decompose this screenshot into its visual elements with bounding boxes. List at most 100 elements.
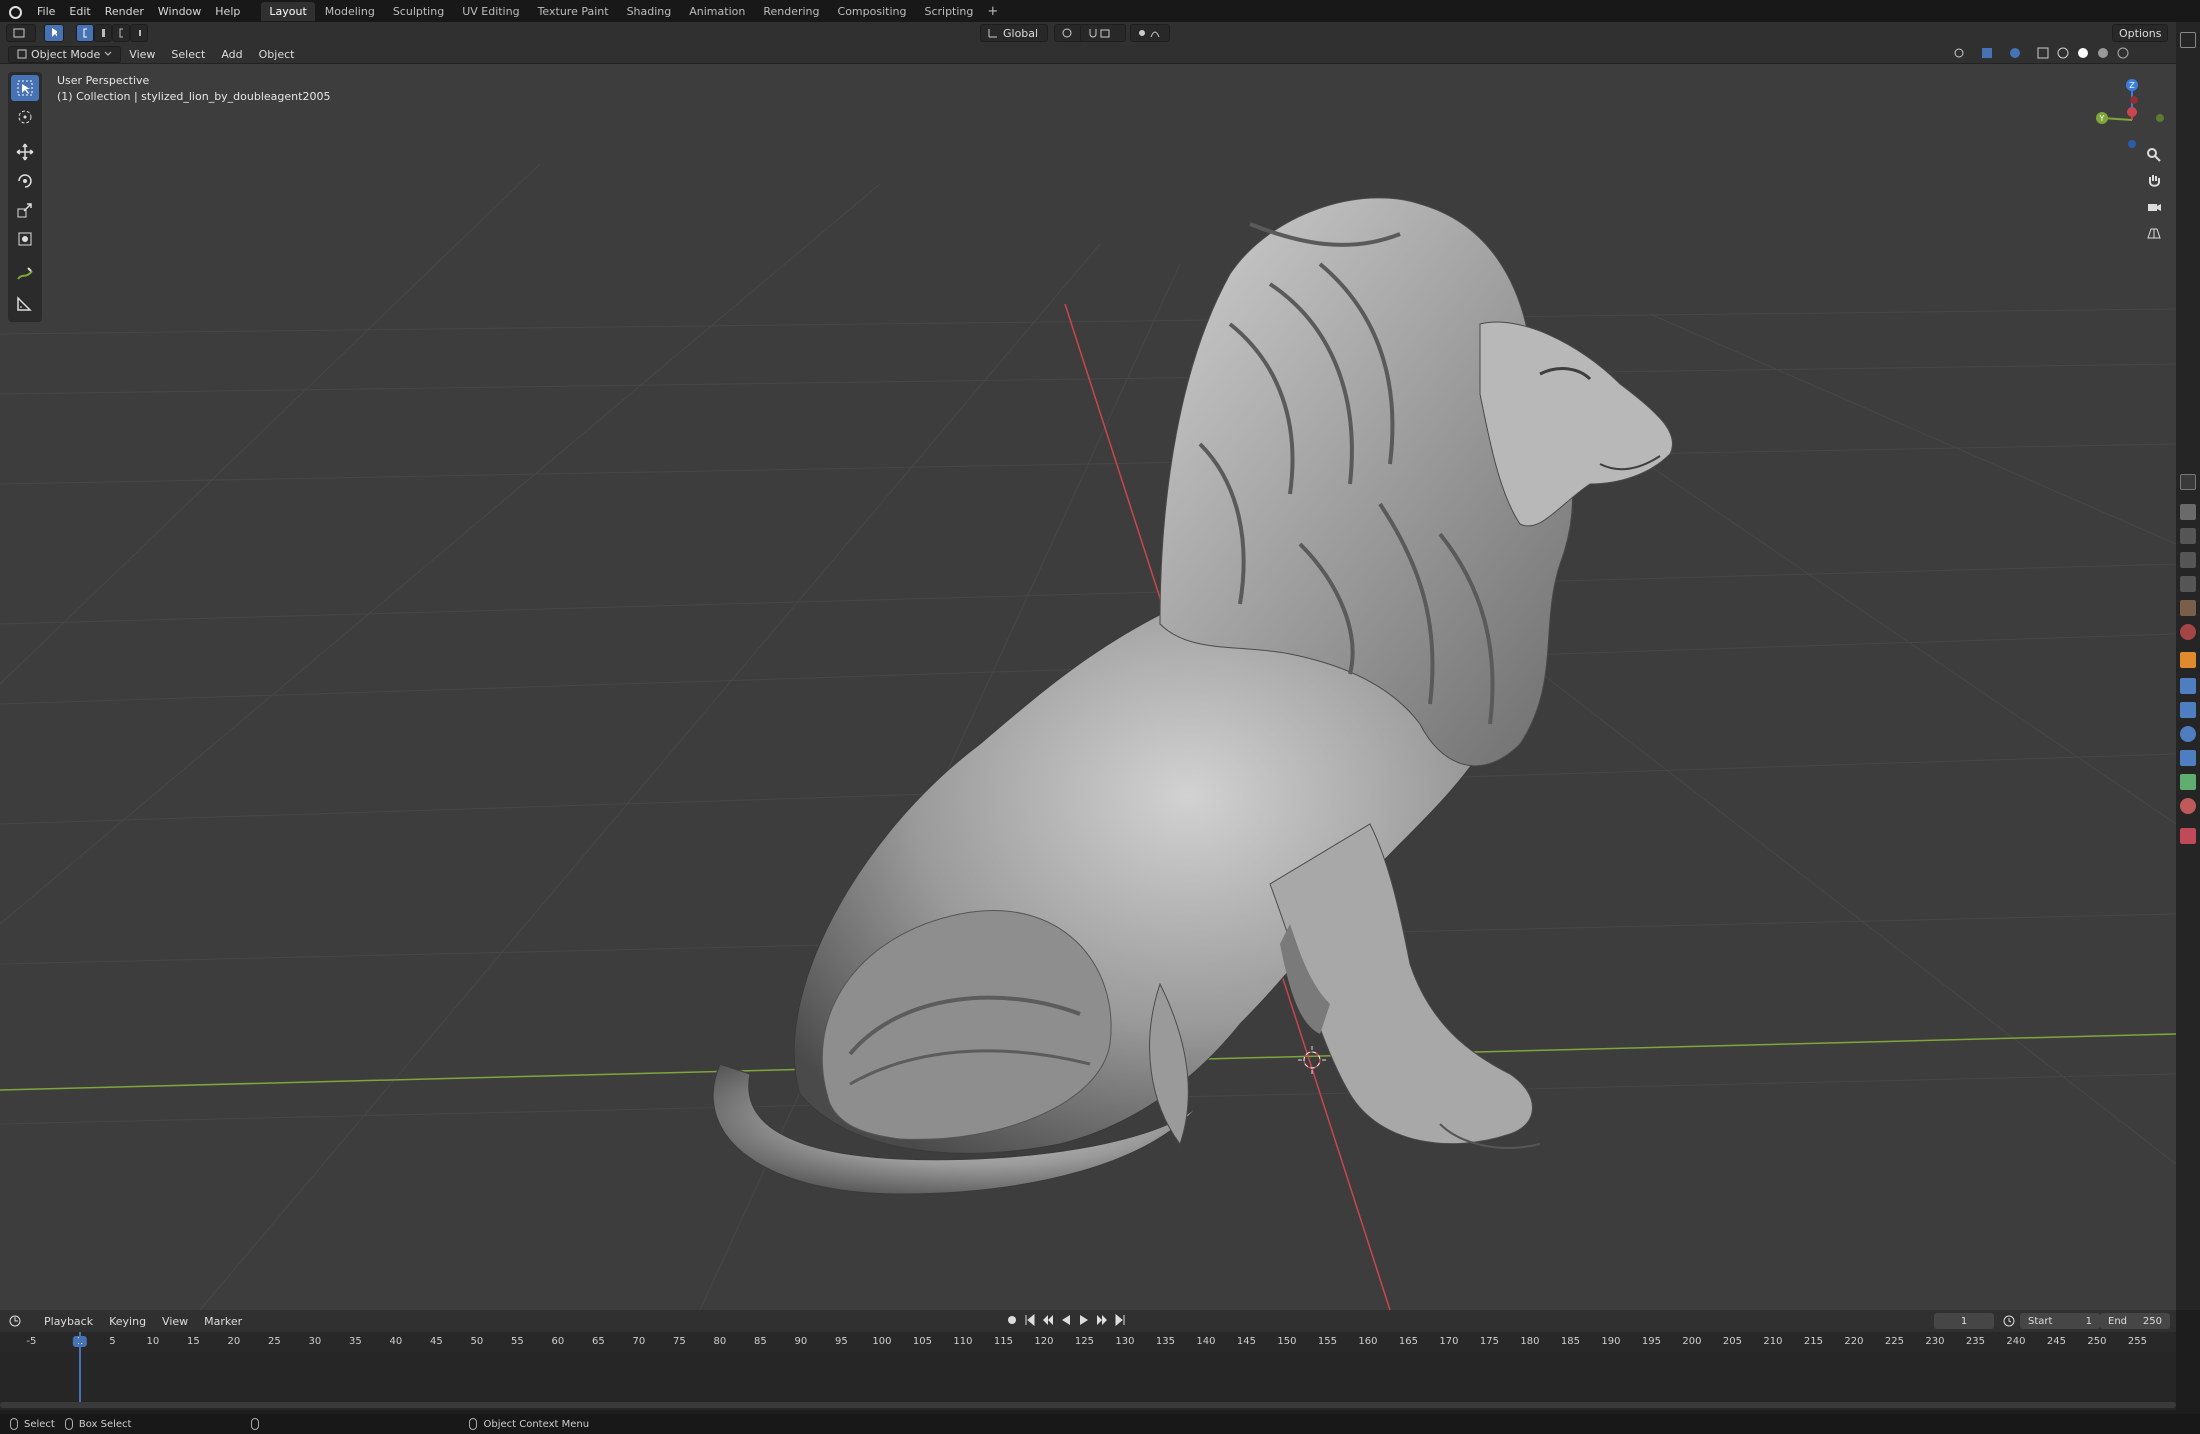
mode-select[interactable]: Object Mode (8, 45, 122, 63)
pan-hand-icon[interactable] (2143, 170, 2165, 192)
frame-tick-label: 155 (1317, 1336, 1337, 1347)
select-mode-subtract-button[interactable] (112, 24, 130, 42)
object-properties-icon[interactable] (2180, 652, 2196, 668)
menu-keying[interactable]: Keying (101, 1315, 154, 1328)
frame-tick-label: 220 (1844, 1336, 1864, 1347)
menu-select[interactable]: Select (163, 48, 213, 61)
cursor-tool[interactable] (11, 104, 39, 130)
physics-icon[interactable] (2180, 726, 2196, 742)
menu-object[interactable]: Object (251, 48, 303, 61)
select-mode-intersect-button[interactable] (130, 24, 148, 42)
end-frame-field[interactable]: End 250 (2100, 1313, 2170, 1329)
rendered-shading-icon[interactable] (2116, 46, 2130, 60)
overlays-toggle-icon[interactable] (2008, 46, 2030, 60)
world-properties-icon[interactable] (2180, 624, 2196, 640)
measure-tool[interactable] (11, 290, 39, 316)
scale-tool[interactable] (11, 197, 39, 223)
select-mode-new-button[interactable] (76, 24, 94, 42)
camera-view-icon[interactable] (2143, 196, 2165, 218)
record-icon[interactable] (1006, 1314, 1018, 1326)
frame-tick-label: 235 (1965, 1336, 1985, 1347)
properties-editor-icon[interactable] (2180, 474, 2196, 490)
tab-compositing[interactable]: Compositing (830, 2, 915, 21)
options-dropdown[interactable]: Options (2112, 24, 2168, 42)
menu-playback[interactable]: Playback (36, 1315, 101, 1328)
play-icon[interactable] (1078, 1314, 1090, 1326)
select-mode-extend-button[interactable] (94, 24, 112, 42)
move-tool[interactable] (11, 139, 39, 165)
frame-tick-label: 30 (308, 1336, 322, 1347)
frame-tick-label: 250 (2087, 1336, 2107, 1347)
blender-logo-icon[interactable] (6, 4, 24, 19)
clock-editor-icon[interactable] (8, 1314, 36, 1328)
menu-marker[interactable]: Marker (196, 1315, 250, 1328)
constraints-icon[interactable] (2180, 750, 2196, 766)
render-properties-icon[interactable] (2180, 528, 2196, 544)
view-layer-icon[interactable] (2180, 576, 2196, 592)
snapping-toggle[interactable] (1080, 24, 1126, 42)
tool-settings-icon[interactable] (2180, 504, 2196, 520)
end-value: 250 (2142, 1315, 2162, 1327)
transform-orientation-select[interactable]: Global (980, 24, 1048, 42)
timeline-ruler[interactable]: -515101520253035404550556065707580859095… (0, 1332, 2176, 1352)
menu-view[interactable]: View (121, 48, 163, 61)
start-frame-field[interactable]: Start 1 (2020, 1313, 2100, 1329)
modifier-wrench-icon[interactable] (2180, 678, 2196, 694)
editor-type-button[interactable] (6, 24, 36, 42)
frame-tick-label: 95 (835, 1336, 848, 1347)
menu-add[interactable]: Add (213, 48, 250, 61)
tab-uv-editing[interactable]: UV Editing (454, 2, 527, 21)
select-extend-icon (102, 29, 105, 37)
tab-rendering[interactable]: Rendering (755, 2, 827, 21)
mesh-data-icon[interactable] (2180, 774, 2196, 790)
proportional-editing-toggle[interactable] (1130, 24, 1170, 42)
material-shading-icon[interactable] (2096, 46, 2110, 60)
jump-start-icon[interactable] (1024, 1314, 1036, 1326)
next-keyframe-icon[interactable] (1096, 1314, 1108, 1326)
timeline-keyframe-area[interactable] (0, 1332, 2176, 1410)
timeline-scrollbar[interactable] (0, 1402, 2176, 1408)
xray-toggle-icon[interactable] (2036, 46, 2050, 60)
frame-tick-label: 225 (1884, 1336, 1904, 1347)
menu-file[interactable]: File (30, 5, 62, 18)
menu-timeline-view[interactable]: View (154, 1315, 196, 1328)
top-menu-bar: File Edit Render Window Help Layout Mode… (0, 0, 2200, 22)
scene-properties-icon[interactable] (2180, 600, 2196, 616)
texture-checker-icon[interactable] (2180, 828, 2196, 844)
add-workspace-button[interactable]: + (981, 4, 1004, 19)
tab-scripting[interactable]: Scripting (916, 2, 981, 21)
play-reverse-icon[interactable] (1060, 1314, 1072, 1326)
visibility-icon[interactable] (1952, 46, 1974, 60)
tab-animation[interactable]: Animation (681, 2, 753, 21)
prev-keyframe-icon[interactable] (1042, 1314, 1054, 1326)
tab-layout[interactable]: Layout (261, 1, 315, 21)
use-preview-range-icon[interactable] (2002, 1314, 2016, 1328)
tab-sculpting[interactable]: Sculpting (385, 2, 452, 21)
menu-render[interactable]: Render (98, 5, 151, 18)
transform-tool[interactable] (11, 226, 39, 252)
current-frame-field[interactable]: 1 (1934, 1313, 1994, 1329)
annotate-tool[interactable] (11, 261, 39, 287)
tab-texture-paint[interactable]: Texture Paint (530, 2, 617, 21)
menu-help[interactable]: Help (208, 5, 247, 18)
jump-end-icon[interactable] (1114, 1314, 1126, 1326)
select-tool-button[interactable] (44, 24, 64, 42)
menu-edit[interactable]: Edit (62, 5, 97, 18)
tab-shading[interactable]: Shading (619, 2, 680, 21)
menu-window[interactable]: Window (151, 5, 208, 18)
material-icon[interactable] (2180, 798, 2196, 814)
gizmo-toggle-icon[interactable] (1980, 46, 2002, 60)
rotate-tool[interactable] (11, 168, 39, 194)
outliner-icon[interactable] (2180, 32, 2196, 48)
3d-viewport[interactable]: User Perspective (1) Collection | styliz… (0, 64, 2176, 1310)
frame-tick-label: 40 (389, 1336, 403, 1347)
wireframe-shading-icon[interactable] (2056, 46, 2070, 60)
particles-icon[interactable] (2180, 702, 2196, 718)
navigation-gizmo[interactable]: Z Y (2084, 72, 2164, 152)
tab-modeling[interactable]: Modeling (317, 2, 383, 21)
output-properties-icon[interactable] (2180, 552, 2196, 568)
perspective-toggle-icon[interactable] (2143, 222, 2165, 244)
solid-shading-icon[interactable] (2076, 46, 2090, 60)
zoom-icon[interactable] (2143, 144, 2165, 166)
select-box-tool[interactable] (11, 75, 39, 101)
